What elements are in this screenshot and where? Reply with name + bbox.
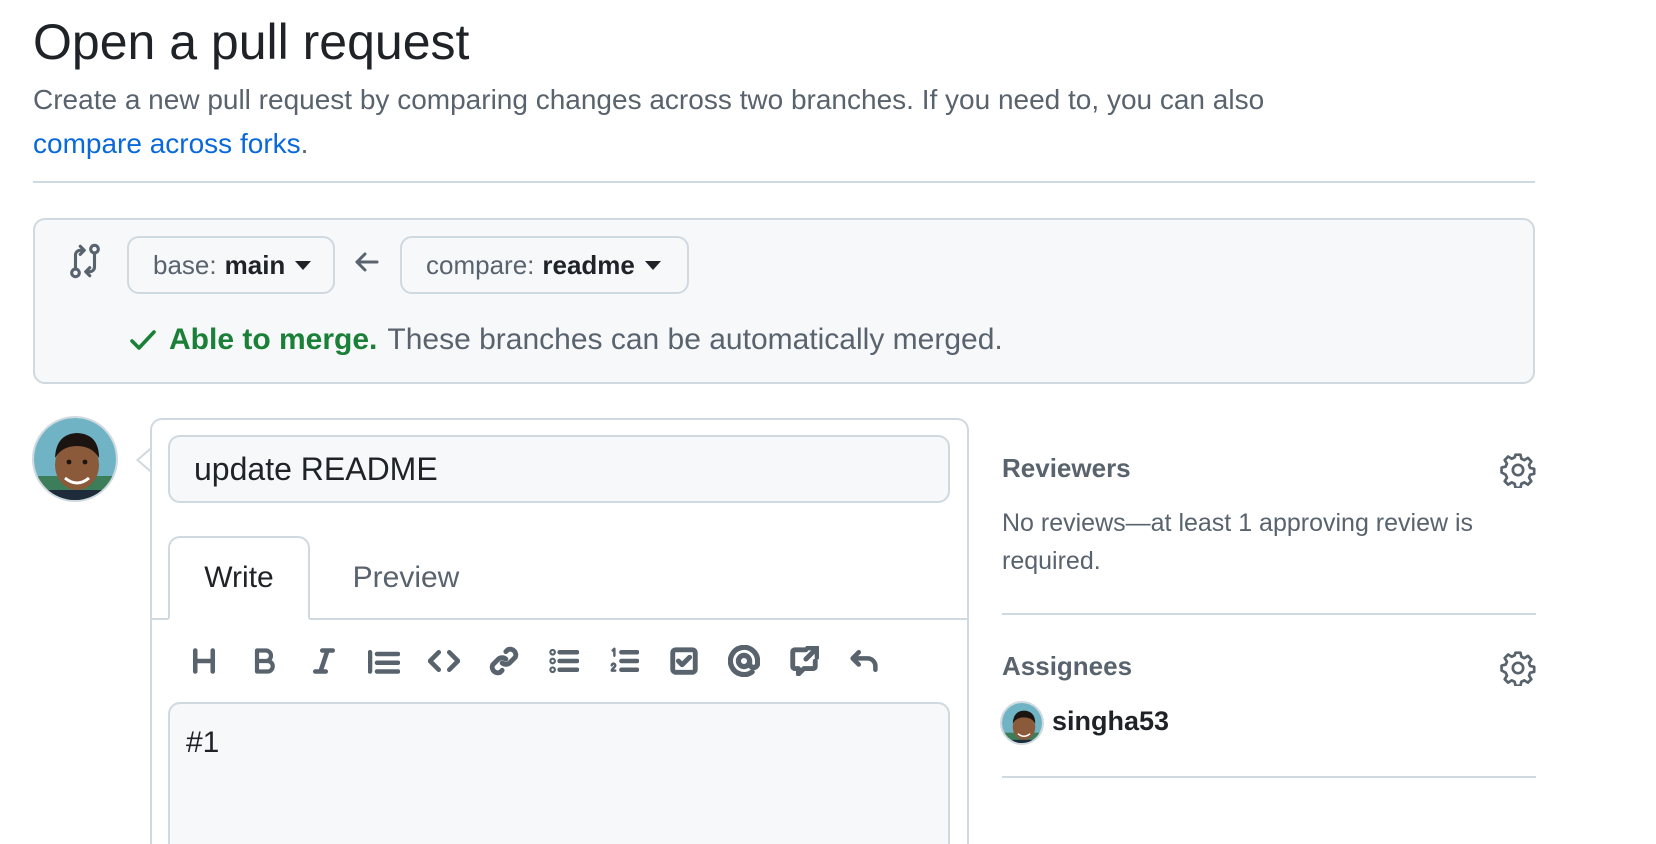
bold-icon[interactable]: [242, 639, 286, 683]
tab-write-label: Write: [204, 561, 274, 594]
italic-icon[interactable]: [302, 639, 346, 683]
pr-body-textarea[interactable]: #1: [168, 702, 950, 844]
base-branch-dropdown[interactable]: base: main: [127, 236, 335, 294]
code-icon[interactable]: [422, 639, 466, 683]
page-description: Create a new pull request by comparing c…: [33, 78, 1533, 166]
task-list-icon[interactable]: [662, 639, 706, 683]
page-title: Open a pull request: [33, 14, 470, 70]
tab-preview-label: Preview: [352, 561, 460, 594]
link-icon[interactable]: [482, 639, 526, 683]
mention-icon[interactable]: [722, 639, 766, 683]
arrow-left-icon: [351, 246, 383, 278]
sidebar-divider: [1002, 776, 1536, 778]
reviewers-title[interactable]: Reviewers: [1002, 453, 1131, 484]
tab-preview[interactable]: Preview: [330, 536, 482, 620]
merge-status-detail: These branches can be automatically merg…: [387, 323, 1003, 356]
heading-icon[interactable]: [182, 639, 226, 683]
chevron-down-icon: [295, 260, 312, 270]
compare-branch-dropdown[interactable]: compare: readme: [400, 236, 689, 294]
reference-icon[interactable]: [782, 639, 826, 683]
git-compare-icon: [66, 242, 104, 280]
assignee-username[interactable]: singha53: [1052, 706, 1169, 737]
assignees-title[interactable]: Assignees: [1002, 651, 1132, 682]
unordered-list-icon[interactable]: [542, 639, 586, 683]
ordered-list-icon[interactable]: [602, 639, 646, 683]
header-divider: [33, 181, 1535, 183]
pr-title-value: update README: [194, 450, 438, 487]
gear-icon[interactable]: [1500, 452, 1536, 490]
assignee-avatar[interactable]: [1000, 701, 1044, 745]
gear-icon[interactable]: [1500, 650, 1536, 688]
base-branch-name: main: [224, 249, 286, 280]
sidebar-divider: [1002, 613, 1536, 615]
compare-label: compare:: [426, 249, 535, 280]
base-label: base:: [153, 249, 217, 280]
reviewers-status: No reviews—at least 1 approving review i…: [1002, 509, 1474, 575]
compare-forks-link[interactable]: compare across forks: [33, 128, 301, 159]
pr-title-input[interactable]: update README: [168, 435, 950, 503]
merge-status-label: Able to merge.: [169, 323, 378, 356]
undo-icon[interactable]: [842, 639, 886, 683]
chevron-down-icon: [644, 260, 661, 270]
page-description-text: Create a new pull request by comparing c…: [33, 84, 1265, 115]
avatar: [32, 416, 118, 502]
markdown-toolbar: [182, 639, 912, 683]
fork-link-suffix: .: [300, 128, 309, 159]
tab-write[interactable]: Write: [168, 536, 310, 620]
quote-icon[interactable]: [362, 639, 406, 683]
compare-branch-name: readme: [542, 249, 635, 280]
check-icon: [127, 324, 159, 356]
merge-status: Able to merge. These branches can be aut…: [127, 318, 1003, 362]
pr-body-value: #1: [186, 726, 220, 759]
